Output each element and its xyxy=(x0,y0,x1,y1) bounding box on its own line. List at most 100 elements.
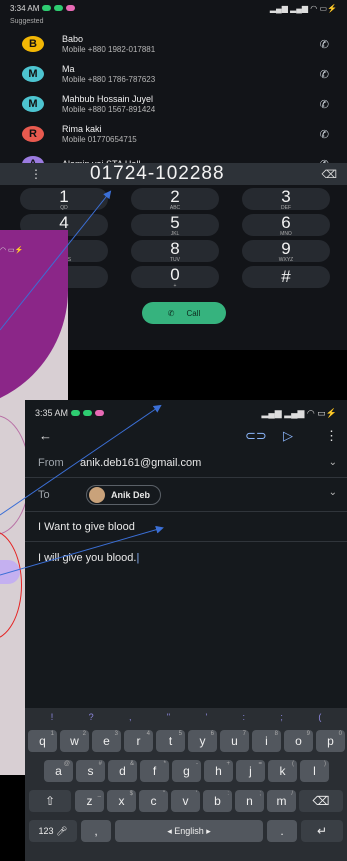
enter-key[interactable]: ↵ xyxy=(301,820,343,842)
period-key[interactable]: . xyxy=(267,820,297,842)
numbers-key[interactable]: 123 🎤︎ xyxy=(29,820,77,842)
symbol-key[interactable]: , xyxy=(129,712,132,722)
contact-name: Mahbub Hossain Juyel xyxy=(62,94,154,105)
key-z[interactable]: z _ xyxy=(75,790,104,812)
dial-key[interactable]: # xyxy=(242,266,330,288)
backspace-key[interactable]: ⌫ xyxy=(299,790,343,812)
key-hint: = xyxy=(258,761,262,767)
key-a[interactable]: a @ xyxy=(44,760,73,782)
notification-icon xyxy=(54,5,64,11)
key-k[interactable]: k( xyxy=(268,760,297,782)
dialed-number-bar: ⋮ 01724-102288 ⌫ xyxy=(0,163,347,185)
key-h[interactable]: h + xyxy=(204,760,233,782)
key-label: z xyxy=(86,794,93,808)
chevron-down-icon[interactable]: ⌄ xyxy=(329,457,337,468)
key-hint: ; xyxy=(259,791,261,797)
recipient-chip[interactable]: Anik Deb xyxy=(86,484,162,505)
dial-key[interactable]: 0 + xyxy=(131,266,219,288)
key-hint: 7 xyxy=(242,731,246,737)
phone-icon[interactable]: ✆ xyxy=(320,68,329,81)
call-button[interactable]: ✆ Call xyxy=(142,302,226,324)
key-s[interactable]: s # xyxy=(76,760,105,782)
attachment-icon[interactable]: ⊂⊃ xyxy=(245,428,267,444)
symbol-key[interactable]: : xyxy=(243,712,246,722)
dial-key[interactable]: 1 QD xyxy=(20,188,108,210)
dial-key[interactable]: 3 DEF xyxy=(242,188,330,210)
comma-key[interactable]: , xyxy=(81,820,111,842)
key-label: x xyxy=(118,794,125,808)
dial-key[interactable]: 2 ABC xyxy=(131,188,219,210)
send-icon[interactable]: ▷ xyxy=(283,428,293,444)
key-l[interactable]: l) xyxy=(300,760,329,782)
symbol-key[interactable]: ; xyxy=(280,712,283,722)
key-n[interactable]: n; xyxy=(235,790,264,812)
contact-detail: Mobile 01770654715 xyxy=(62,134,137,144)
key-j[interactable]: j = xyxy=(236,760,265,782)
back-arrow-icon[interactable]: ← xyxy=(39,428,52,443)
more-options-icon[interactable]: ⋮ xyxy=(325,428,338,444)
email-body-text: I will give you blood. xyxy=(38,552,137,564)
dial-key[interactable]: 9 WXYZ xyxy=(242,240,330,262)
keyboard-row-4: 123 🎤︎ , ◂ English ▸ . ↵ xyxy=(25,816,347,846)
from-row[interactable]: From anik.deb161@gmail.com ⌄ xyxy=(25,448,347,478)
symbol-key[interactable]: ( xyxy=(318,712,321,722)
phone-icon[interactable]: ✆ xyxy=(320,128,329,141)
key-m[interactable]: m / xyxy=(267,790,296,812)
dial-key-digit: 5 xyxy=(170,212,180,232)
key-b[interactable]: b: xyxy=(203,790,232,812)
key-u[interactable]: u7 xyxy=(220,730,249,752)
key-q[interactable]: q1 xyxy=(28,730,57,752)
phone-icon[interactable]: ✆ xyxy=(320,38,329,51)
chevron-down-icon[interactable]: ⌄ xyxy=(329,487,337,498)
to-row[interactable]: To Anik Deb ⌄ xyxy=(25,478,347,512)
key-t[interactable]: t5 xyxy=(156,730,185,752)
dial-key[interactable]: 8 TUV xyxy=(131,240,219,262)
backspace-icon[interactable]: ⌫ xyxy=(321,168,337,181)
key-f[interactable]: f * xyxy=(140,760,169,782)
key-v[interactable]: v ' xyxy=(171,790,200,812)
key-label: q xyxy=(39,734,46,748)
key-label: e xyxy=(103,734,110,748)
key-label: c xyxy=(150,794,157,808)
contact-row[interactable]: R Rima kaki Mobile 01770654715 ✆ xyxy=(0,119,347,149)
key-r[interactable]: r4 xyxy=(124,730,153,752)
dial-key-digit: 4 xyxy=(59,212,69,232)
dial-key[interactable]: 5 JKL xyxy=(131,214,219,236)
contact-row[interactable]: B Babo Mobile +880 1982-017881 ✆ xyxy=(0,29,347,59)
shift-key[interactable]: ⇧ xyxy=(29,790,71,812)
key-label: s xyxy=(87,764,94,778)
avatar: B xyxy=(22,36,44,52)
key-y[interactable]: y6 xyxy=(188,730,217,752)
symbol-key[interactable]: " xyxy=(167,712,170,722)
key-e[interactable]: e3 xyxy=(92,730,121,752)
microphone-icon: 🎤︎ xyxy=(53,825,68,836)
key-hint: 4 xyxy=(146,731,150,737)
key-label: v xyxy=(182,794,189,808)
contact-row[interactable]: M Mahbub Hossain Juyel Mobile +880 1567-89… xyxy=(0,89,347,119)
space-bar[interactable]: ◂ English ▸ xyxy=(115,820,263,842)
contact-row[interactable]: M Ma Mobile +880 1786-787623 ✆ xyxy=(0,59,347,89)
key-p[interactable]: p0 xyxy=(316,730,345,752)
subject-field[interactable]: I Want to give blood xyxy=(25,512,347,542)
key-c[interactable]: c " xyxy=(139,790,168,812)
key-label: a xyxy=(55,764,62,778)
key-i[interactable]: i8 xyxy=(252,730,281,752)
key-d[interactable]: d & xyxy=(108,760,137,782)
phone-icon: ✆ xyxy=(167,308,175,318)
key-g[interactable]: g- xyxy=(172,760,201,782)
key-label: u xyxy=(231,734,238,748)
email-body-field[interactable]: I will give you blood.| xyxy=(25,542,347,574)
more-options-icon[interactable]: ⋮ xyxy=(30,167,42,181)
symbol-key[interactable]: ! xyxy=(51,712,54,722)
phone-icon[interactable]: ✆ xyxy=(320,98,329,111)
red-circle-outline xyxy=(0,530,22,640)
symbol-key[interactable]: ' xyxy=(205,712,207,722)
key-x[interactable]: x $ xyxy=(107,790,136,812)
symbol-key[interactable]: ? xyxy=(89,712,94,722)
keyboard-row-3: ⇧ ⌫ z _ x $ c " v ' b: n; m / xyxy=(25,786,347,816)
key-label: n xyxy=(246,794,253,808)
key-o[interactable]: o9 xyxy=(284,730,313,752)
compose-toolbar: ← ⊂⊃ ▷ ⋮ xyxy=(25,426,347,448)
dial-key[interactable]: 6 MNO xyxy=(242,214,330,236)
key-w[interactable]: w2 xyxy=(60,730,89,752)
